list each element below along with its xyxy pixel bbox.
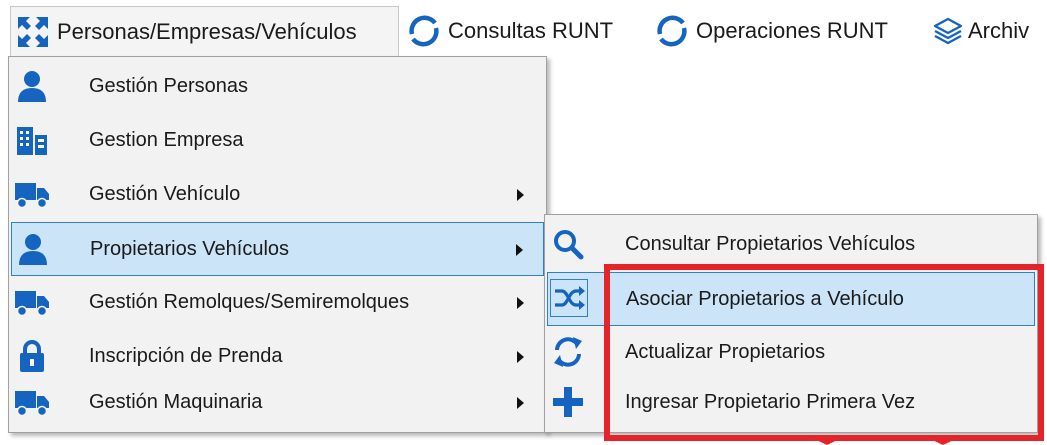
submenu-arrow-icon — [517, 351, 524, 363]
menu-item-label: Gestión Remolques/Semiremolques — [89, 291, 410, 313]
menubar-item-personas[interactable]: Personas/Empresas/Vehículos — [10, 6, 399, 56]
menu-item-gestion-remolques[interactable]: Gestión Remolques/Semiremolques — [11, 276, 544, 330]
menu-item-label: Inscripción de Prenda — [89, 345, 283, 367]
building-icon — [13, 121, 51, 159]
truck-icon — [13, 175, 51, 213]
main-dropdown-menu: Gestión Personas Gestion Empresa Gestión… — [8, 56, 547, 433]
menubar-item-archivo[interactable]: Archiv — [930, 6, 1047, 56]
submenu-arrow-icon — [516, 244, 523, 256]
highlight-callout-box — [604, 264, 1044, 441]
menubar-item-label: Consultas RUNT — [448, 18, 614, 43]
submenu-arrow-icon — [517, 189, 524, 201]
callout-pointer-marks — [810, 437, 960, 445]
search-icon — [549, 225, 587, 263]
menu-item-propietarios-vehiculos[interactable]: Propietarios Vehículos — [11, 222, 544, 276]
menu-item-label: Gestion Empresa — [89, 129, 244, 151]
menu-item-label: Propietarios Vehículos — [90, 238, 290, 260]
menubar-item-label: Archiv — [968, 18, 1030, 43]
lock-icon — [13, 337, 51, 375]
menubar-item-label: Operaciones RUNT — [696, 18, 888, 43]
truck-icon — [13, 283, 51, 321]
menu-bar: Personas/Empresas/Vehículos Consultas RU… — [0, 0, 1047, 62]
person-icon — [13, 67, 51, 105]
menu-item-gestion-empresa[interactable]: Gestion Empresa — [11, 114, 544, 168]
menu-item-label: Gestión Maquinaria — [89, 391, 263, 413]
menu-item-label: Gestión Vehículo — [89, 183, 241, 205]
menu-item-gestion-maquinaria[interactable]: Gestión Maquinaria — [11, 376, 544, 430]
menu-item-label: Consultar Propietarios Vehículos — [625, 233, 916, 255]
submenu-arrow-icon — [517, 297, 524, 309]
sync-circle-icon — [654, 13, 690, 49]
menubar-item-operaciones-runt[interactable]: Operaciones RUNT — [654, 6, 924, 56]
shuffle-icon — [550, 279, 588, 317]
collapse-arrows-icon — [15, 14, 51, 50]
sync-circle-icon — [406, 13, 442, 49]
layers-icon — [930, 13, 966, 49]
plus-icon — [549, 383, 587, 421]
refresh-icon — [549, 333, 587, 371]
truck-icon — [13, 383, 51, 421]
submenu-arrow-icon — [517, 397, 524, 409]
menubar-item-consultas-runt[interactable]: Consultas RUNT — [406, 6, 650, 56]
menu-item-gestion-personas[interactable]: Gestión Personas — [11, 60, 544, 114]
person-icon — [14, 230, 52, 268]
menu-item-label: Gestión Personas — [89, 75, 248, 97]
menu-item-gestion-vehiculo[interactable]: Gestión Vehículo — [11, 168, 544, 222]
menubar-item-label: Personas/Empresas/Vehículos — [57, 18, 357, 44]
